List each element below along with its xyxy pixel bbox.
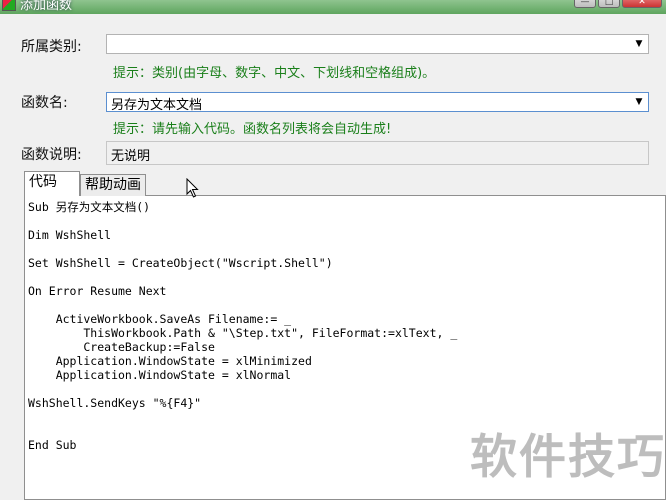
function-name-label: 函数名: (21, 95, 68, 111)
description-field[interactable]: 无说明 (106, 141, 649, 165)
title-bar: 添加函数 — □ ✕ (0, 0, 666, 14)
maximize-button[interactable]: □ (598, 0, 620, 8)
app-icon (2, 0, 16, 11)
category-select[interactable]: ▼ (106, 34, 649, 54)
mouse-pointer-icon (186, 178, 199, 198)
description-label: 函数说明: (21, 147, 82, 163)
window-title: 添加函数 (20, 0, 73, 13)
category-hint: 提示：类别(由字母、数字、中文、下划线和空格组成)。 (113, 66, 436, 81)
tab-code[interactable]: 代码 (24, 171, 80, 196)
tab-help-animation[interactable]: 帮助动画 (80, 174, 146, 196)
category-label: 所属类别: (21, 39, 82, 55)
minimize-button[interactable]: — (574, 0, 596, 8)
function-name-value: 另存为文本文档 (111, 98, 203, 113)
description-value: 无说明 (111, 149, 151, 164)
chevron-down-icon[interactable]: ▼ (632, 95, 646, 109)
function-name-select[interactable]: 另存为文本文档 ▼ (106, 92, 649, 113)
code-editor[interactable]: Sub 另存为文本文档() Dim WshShell Set WshShell … (28, 200, 457, 452)
close-button[interactable]: ✕ (622, 0, 662, 8)
watermark: 软件技巧 (470, 430, 666, 485)
chevron-down-icon[interactable]: ▼ (632, 37, 646, 51)
function-name-hint: 提示：请先输入代码。函数名列表将会自动生成! (113, 122, 392, 137)
